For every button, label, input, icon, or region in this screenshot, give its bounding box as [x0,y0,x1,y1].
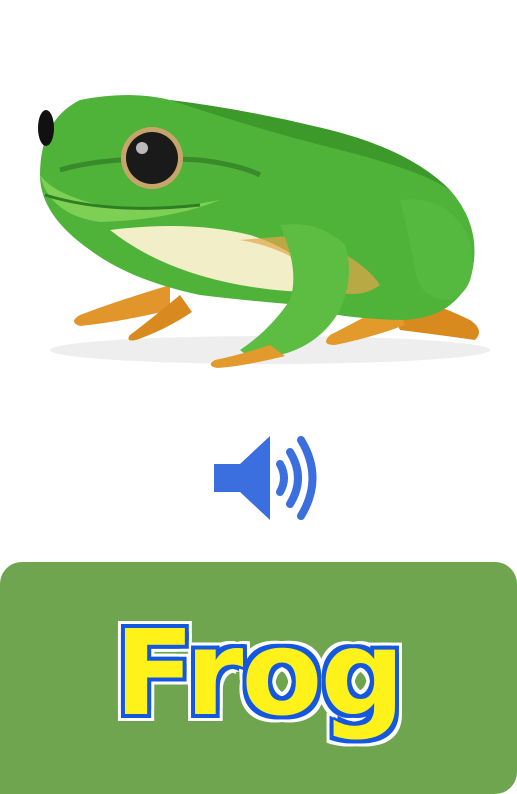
flashcard: Frog [0,0,517,794]
speaker-icon [214,436,317,520]
frog-image [0,0,517,420]
word-label: Frog [111,601,409,746]
frog-illustration [38,95,490,368]
play-sound-button[interactable] [208,430,326,526]
word-label-panel: Frog [0,562,517,794]
